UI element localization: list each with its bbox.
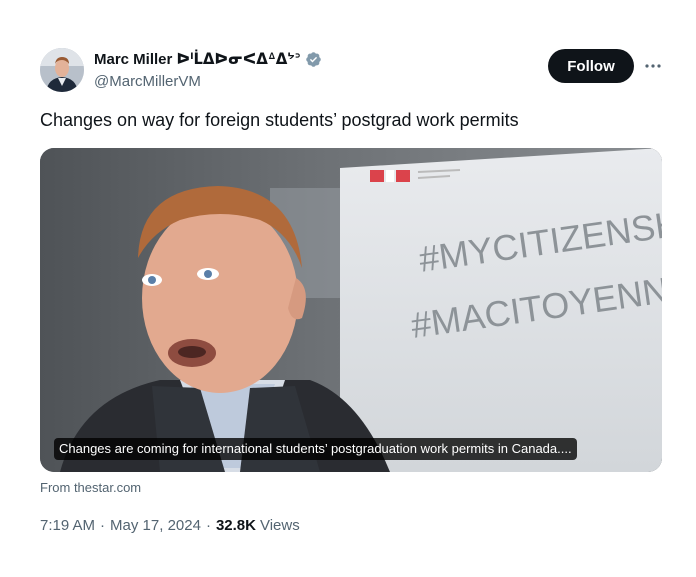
tweet-date[interactable]: May 17, 2024 [110,517,201,534]
author-handle[interactable]: @MarcMillerVM [94,73,201,90]
card-caption: Changes are coming for international stu… [54,438,577,460]
views-count: 32.8K [215,517,256,534]
meta-separator: · [205,517,211,534]
views-label: Views [259,517,300,534]
more-options-icon[interactable] [640,53,666,79]
tweet-time[interactable]: 7:19 AM [40,517,95,534]
meta-separator: · [100,517,106,534]
tweet-text: Changes on way for foreign students’ pos… [40,110,519,130]
avatar-photo [40,48,84,92]
tweet-meta: 7:19 AM · May 17, 2024 · 32.8K Views [40,517,300,534]
verified-badge-icon [305,51,322,68]
avatar[interactable] [40,48,84,92]
author-name-row[interactable]: Marc Miller ᐅᑊᒫᐃᐅᓂᐸᐃᐞᐃᔾᐣ [94,50,322,68]
card-source-link[interactable]: From thestar.com [40,480,141,495]
follow-button[interactable]: Follow [548,49,634,83]
article-photo: #MYCITIZENSHIP #MACITOYENNETÉ [40,148,662,472]
author-display-name[interactable]: Marc Miller ᐅᑊᒫᐃᐅᓂᐸᐃᐞᐃᔾᐣ [94,50,301,68]
link-card[interactable]: #MYCITIZENSHIP #MACITOYENNETÉ Changes ar… [40,148,662,472]
